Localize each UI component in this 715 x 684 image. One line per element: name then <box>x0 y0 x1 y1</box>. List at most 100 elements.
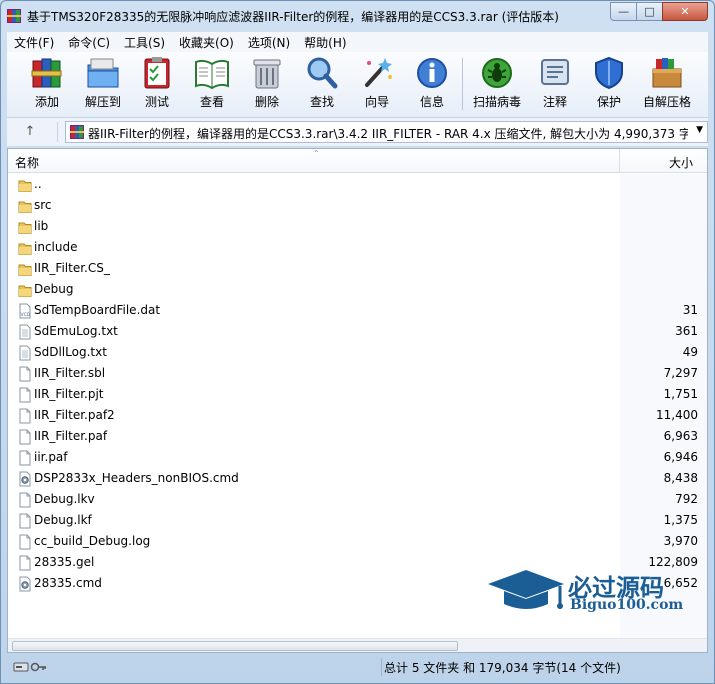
file-size: 6,963 <box>663 429 698 443</box>
close-button[interactable]: ✕ <box>662 2 708 21</box>
maximize-button[interactable]: □ <box>636 2 663 21</box>
file-size: 31 <box>682 303 698 317</box>
file-name: Debug.lkv <box>34 492 95 506</box>
file-name: 28335.cmd <box>34 576 102 590</box>
menu-options[interactable]: 选项(N) <box>241 34 297 51</box>
file-row[interactable]: SdEmuLog.txt 361 <box>8 321 707 342</box>
address-path: 器IIR-Filter的例程，编译器用的是CCS3.3.rar\3.4.2 II… <box>88 127 688 141</box>
file-icon <box>19 429 31 445</box>
info-icon <box>417 58 447 88</box>
extract-folder-icon <box>87 58 119 88</box>
virus-scan-label: 扫描病毒 <box>472 95 521 109</box>
find-button[interactable]: 查找 <box>294 55 350 113</box>
folder-icon <box>18 264 32 276</box>
file-row[interactable]: IIR_Filter.paf2 11,400 <box>8 405 707 426</box>
minimize-button[interactable]: — <box>610 2 637 21</box>
scrollbar-thumb[interactable] <box>12 641 458 651</box>
drive-key-icon[interactable] <box>13 660 47 674</box>
file-row[interactable]: Debug.lkf 1,375 <box>8 510 707 531</box>
file-size: 1,751 <box>663 387 698 401</box>
file-name: IIR_Filter.pjt <box>34 387 104 401</box>
file-row[interactable]: IIR_Filter.sbl 7,297 <box>8 363 707 384</box>
add-button[interactable]: 添加 <box>19 55 75 113</box>
window-controls: — □ ✕ <box>610 2 708 21</box>
delete-button[interactable]: 删除 <box>239 55 295 113</box>
chevron-down-icon[interactable]: ▼ <box>696 125 703 135</box>
folder-icon <box>18 201 32 213</box>
wizard-wand-icon <box>365 58 392 87</box>
protect-button[interactable]: 保护 <box>581 55 637 113</box>
folder-icon <box>18 285 32 297</box>
cmd-file-icon <box>19 576 31 592</box>
horizontal-scrollbar[interactable] <box>8 638 707 652</box>
menu-tools[interactable]: 工具(S) <box>117 34 172 51</box>
file-name: IIR_Filter.paf <box>34 429 108 443</box>
file-icon <box>19 555 31 571</box>
menu-bar: 文件(F) 命令(C) 工具(S) 收藏夹(O) 选项(N) 帮助(H) <box>7 32 708 52</box>
trash-icon <box>253 59 281 89</box>
column-name-header[interactable]: 名称 <box>15 154 39 171</box>
path-field[interactable]: 器IIR-Filter的例程，编译器用的是CCS3.3.rar\3.4.2 II… <box>65 121 708 143</box>
wizard-button[interactable]: 向导 <box>349 55 405 113</box>
winrar-app-icon <box>7 9 21 23</box>
file-row[interactable]: iir.paf 6,946 <box>8 447 707 468</box>
file-row[interactable]: IIR_Filter.CS_ <box>8 258 707 279</box>
add-label: 添加 <box>34 95 59 109</box>
file-row[interactable]: DSP2833x_Headers_nonBIOS.cmd 8,438 <box>8 468 707 489</box>
menu-help[interactable]: 帮助(H) <box>297 34 353 51</box>
toolbar: 添加 解压到 测试 查看 删除 查找 向导 信息 扫描病毒 注释 保护 自解压格 <box>7 52 708 118</box>
file-row[interactable]: SdDllLog.txt 49 <box>8 342 707 363</box>
title-bar[interactable]: 基于TMS320F28335的无限脉冲响应滤波器IIR-Filter的例程，编译… <box>1 1 714 31</box>
protect-label: 保护 <box>596 95 621 109</box>
menu-file[interactable]: 文件(F) <box>7 34 61 51</box>
file-row[interactable]: include <box>8 237 707 258</box>
file-row[interactable]: IIR_Filter.pjt 1,751 <box>8 384 707 405</box>
file-icon <box>19 366 31 382</box>
file-size: 11,400 <box>656 408 698 422</box>
comment-button[interactable]: 注释 <box>527 55 583 113</box>
text-file-icon <box>19 324 31 340</box>
shield-icon <box>595 56 623 90</box>
up-arrow-icon[interactable]: ↑ <box>21 123 39 141</box>
file-row[interactable]: VCD SdTempBoardFile.dat 31 <box>8 300 707 321</box>
comment-label: 注释 <box>542 95 567 109</box>
file-row[interactable]: cc_build_Debug.log 3,970 <box>8 531 707 552</box>
virus-scan-button[interactable]: 扫描病毒 <box>469 55 525 113</box>
file-name: iir.paf <box>34 450 68 464</box>
sort-caret-icon: ⌃ <box>313 149 320 158</box>
sfx-button[interactable]: 自解压格 <box>639 55 695 113</box>
file-name: DSP2833x_Headers_nonBIOS.cmd <box>34 471 239 485</box>
test-button[interactable]: 测试 <box>129 55 185 113</box>
file-row[interactable]: Debug.lkv 792 <box>8 489 707 510</box>
file-row[interactable]: .. <box>8 174 707 195</box>
menu-commands[interactable]: 命令(C) <box>61 34 117 51</box>
view-button[interactable]: 查看 <box>184 55 240 113</box>
file-rows: .. src lib include IIR_Filter.CS_ Debug VCD SdT… <box>8 174 707 594</box>
file-row[interactable]: src <box>8 195 707 216</box>
file-name: src <box>34 198 52 212</box>
status-divider <box>381 658 382 676</box>
extract-to-button[interactable]: 解压到 <box>75 55 131 113</box>
file-name: include <box>34 240 78 254</box>
address-bar: ↑ 器IIR-Filter的例程，编译器用的是CCS3.3.rar\3.4.2 … <box>7 118 708 146</box>
vcd-file-icon: VCD <box>19 303 31 319</box>
file-icon <box>19 387 31 403</box>
menu-favorites[interactable]: 收藏夹(O) <box>172 34 241 51</box>
file-icon <box>19 534 31 550</box>
folder-icon <box>18 180 32 192</box>
column-divider[interactable] <box>619 149 620 173</box>
status-summary: 总计 5 文件夹 和 179,034 字节(14 个文件) <box>384 661 621 675</box>
address-separator <box>57 122 58 142</box>
info-button[interactable]: 信息 <box>404 55 460 113</box>
file-row[interactable]: lib <box>8 216 707 237</box>
graduation-cap-icon <box>488 570 564 609</box>
sfx-label: 自解压格 <box>642 95 691 109</box>
column-size-header[interactable]: 大小 <box>669 154 693 171</box>
file-size: 1,375 <box>663 513 698 527</box>
folder-icon <box>18 243 32 255</box>
file-name: IIR_Filter.sbl <box>34 366 106 380</box>
file-row[interactable]: Debug <box>8 279 707 300</box>
file-row[interactable]: IIR_Filter.paf 6,963 <box>8 426 707 447</box>
file-name: Debug <box>34 282 74 296</box>
file-size: 3,970 <box>663 534 698 548</box>
